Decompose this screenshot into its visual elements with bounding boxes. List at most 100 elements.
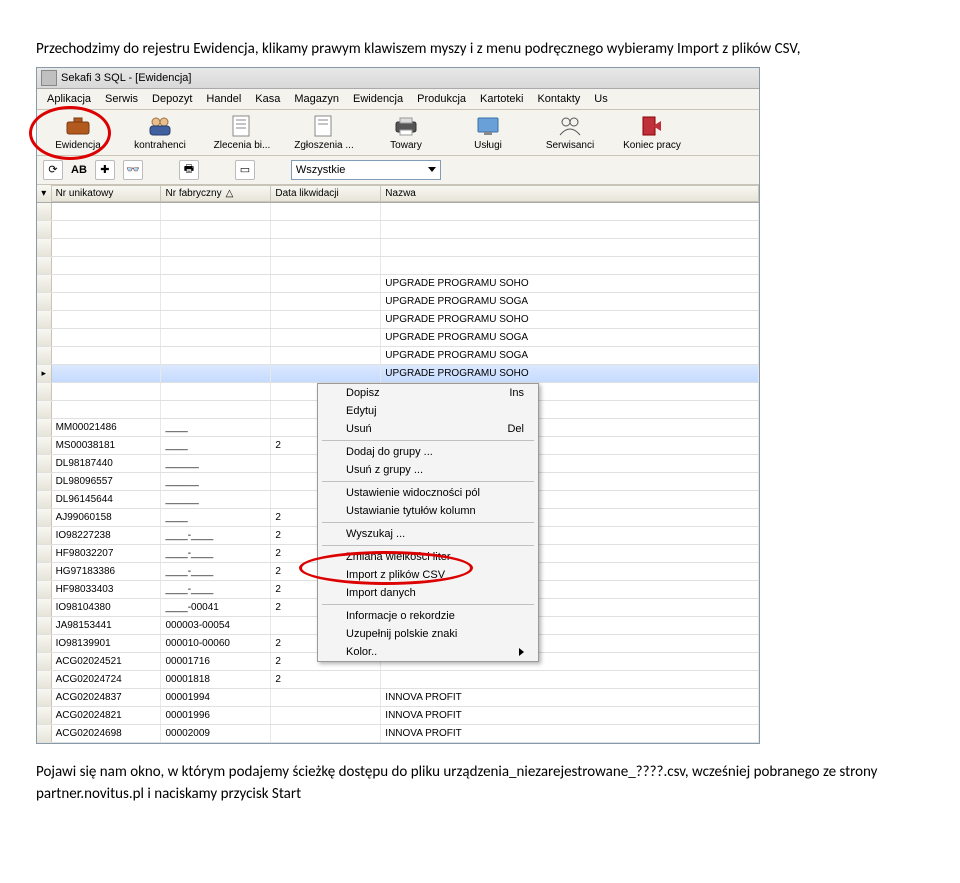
cell: UPGRADE PROGRAMU SOGA [381, 293, 759, 310]
col-data-likwidacji[interactable]: Data likwidacji [271, 185, 381, 202]
plus-icon[interactable]: ✚ [95, 160, 115, 180]
context-menu[interactable]: DopiszIns Edytuj UsuńDel Dodaj do grupy … [317, 383, 539, 662]
cell [161, 239, 271, 256]
screen2-icon[interactable]: ▭ [235, 160, 255, 180]
cell [381, 239, 759, 256]
row-marker [37, 329, 52, 346]
table-row[interactable]: ▸UPGRADE PROGRAMU SOHO [37, 365, 759, 383]
table-row[interactable]: ACG0202483700001994INNOVA PROFIT [37, 689, 759, 707]
cell [52, 311, 162, 328]
row-marker [37, 635, 52, 652]
tb-serwisanci[interactable]: Serwisanci [535, 114, 605, 151]
ctx-zmiana[interactable]: Zmiana wielkości liter [318, 548, 538, 566]
table-row[interactable]: UPGRADE PROGRAMU SOHO [37, 311, 759, 329]
ctx-dopisz[interactable]: DopiszIns [318, 384, 538, 402]
menu-handel[interactable]: Handel [200, 91, 247, 107]
cell: HG97183386 [52, 563, 162, 580]
data-grid[interactable]: UPGRADE PROGRAMU SOHOUPGRADE PROGRAMU SO… [37, 203, 759, 743]
ctx-usun-grupy[interactable]: Usuń z grupy ... [318, 461, 538, 479]
ctx-separator [322, 481, 534, 482]
ctx-info-rec[interactable]: Informacje o rekordzie [318, 607, 538, 625]
ctx-ust-widocz[interactable]: Ustawienie widoczności pól [318, 484, 538, 502]
tb-label: Usługi [474, 140, 502, 151]
ctx-import-csv[interactable]: Import z plików CSV [318, 566, 538, 584]
row-marker [37, 275, 52, 292]
tb-label: Zgłoszenia ... [294, 140, 353, 151]
cell [52, 275, 162, 292]
col-nr-fabryczny[interactable]: Nr fabryczny△ [161, 185, 271, 202]
ctx-usun[interactable]: UsuńDel [318, 420, 538, 438]
menu-ewidencja[interactable]: Ewidencja [347, 91, 409, 107]
tb-uslugi[interactable]: Usługi [453, 114, 523, 151]
binoc-icon[interactable]: 👓 [123, 160, 143, 180]
row-marker [37, 257, 52, 274]
cell: UPGRADE PROGRAMU SOHO [381, 275, 759, 292]
ctx-ust-tytul[interactable]: Ustawianie tytułów kolumn [318, 502, 538, 520]
tb-zgloszenia[interactable]: Zgłoszenia ... [289, 114, 359, 151]
cell: 00001716 [161, 653, 271, 670]
table-row[interactable]: ACG0202469800002009INNOVA PROFIT [37, 725, 759, 743]
table-row[interactable] [37, 239, 759, 257]
screenshot: Sekafi 3 SQL - [Ewidencja] Aplikacja Ser… [36, 67, 924, 744]
ctx-kolor[interactable]: Kolor.. [318, 643, 538, 661]
tb-kontrahenci[interactable]: kontrahenci [125, 114, 195, 151]
table-row[interactable] [37, 257, 759, 275]
tb-koniec[interactable]: Koniec pracy [617, 114, 687, 151]
menu-depozyt[interactable]: Depozyt [146, 91, 198, 107]
ctx-edytuj[interactable]: Edytuj [318, 402, 538, 420]
table-row[interactable] [37, 203, 759, 221]
print-icon[interactable]: 🖶 [179, 160, 199, 180]
table-row[interactable]: UPGRADE PROGRAMU SOGA [37, 293, 759, 311]
menu-aplikacja[interactable]: Aplikacja [41, 91, 97, 107]
table-row[interactable]: ACG0202482100001996INNOVA PROFIT [37, 707, 759, 725]
cell: DL98096557 [52, 473, 162, 490]
ctx-import-danych[interactable]: Import danych [318, 584, 538, 602]
cell [52, 203, 162, 220]
menu-kasa[interactable]: Kasa [249, 91, 286, 107]
menubar[interactable]: Aplikacja Serwis Depozyt Handel Kasa Mag… [37, 89, 759, 110]
submenu-arrow-icon [519, 648, 524, 656]
cell [271, 239, 381, 256]
menu-us[interactable]: Us [588, 91, 613, 107]
cell: INNOVA PROFIT [381, 725, 759, 742]
tb-ewidencja[interactable]: Ewidencja [43, 114, 113, 151]
cell: ACG02024724 [52, 671, 162, 688]
cell [52, 293, 162, 310]
tb-towary[interactable]: Towary [371, 114, 441, 151]
cell [271, 365, 381, 382]
row-marker [37, 401, 52, 418]
printer-icon [392, 114, 420, 138]
cell [271, 329, 381, 346]
cell [381, 257, 759, 274]
refresh-icon[interactable]: ⟳ [43, 160, 63, 180]
ctx-dodaj-grupy[interactable]: Dodaj do grupy ... [318, 443, 538, 461]
col-nazwa[interactable]: Nazwa [381, 185, 759, 202]
cell: ______ [161, 473, 271, 490]
ctx-wyszukaj[interactable]: Wyszukaj ... [318, 525, 538, 543]
table-row[interactable]: UPGRADE PROGRAMU SOGA [37, 329, 759, 347]
cell: ____ [161, 437, 271, 454]
menu-magazyn[interactable]: Magazyn [288, 91, 345, 107]
ab-icon[interactable]: AB [71, 164, 87, 176]
people2-icon [556, 114, 584, 138]
ctx-uzupelnij[interactable]: Uzupełnij polskie znaki [318, 625, 538, 643]
row-marker [37, 563, 52, 580]
col-nr-unikatowy[interactable]: Nr unikatowy [52, 185, 162, 202]
filter-combo[interactable]: Wszystkie [291, 160, 441, 180]
table-row[interactable]: ACG02024724000018182 [37, 671, 759, 689]
menu-produkcja[interactable]: Produkcja [411, 91, 472, 107]
menu-serwis[interactable]: Serwis [99, 91, 144, 107]
tb-label: Zlecenia bi... [214, 140, 271, 151]
row-marker [37, 671, 52, 688]
menu-kartoteki[interactable]: Kartoteki [474, 91, 529, 107]
row-marker-header[interactable]: ▾ [37, 185, 52, 202]
cell [161, 275, 271, 292]
cell: 00001996 [161, 707, 271, 724]
cell: ______ [161, 491, 271, 508]
menu-kontakty[interactable]: Kontakty [531, 91, 586, 107]
main-toolbar: Ewidencja kontrahenci Zlecenia bi... Zgł… [37, 110, 759, 156]
table-row[interactable]: UPGRADE PROGRAMU SOGA [37, 347, 759, 365]
table-row[interactable] [37, 221, 759, 239]
tb-zlecenia[interactable]: Zlecenia bi... [207, 114, 277, 151]
table-row[interactable]: UPGRADE PROGRAMU SOHO [37, 275, 759, 293]
